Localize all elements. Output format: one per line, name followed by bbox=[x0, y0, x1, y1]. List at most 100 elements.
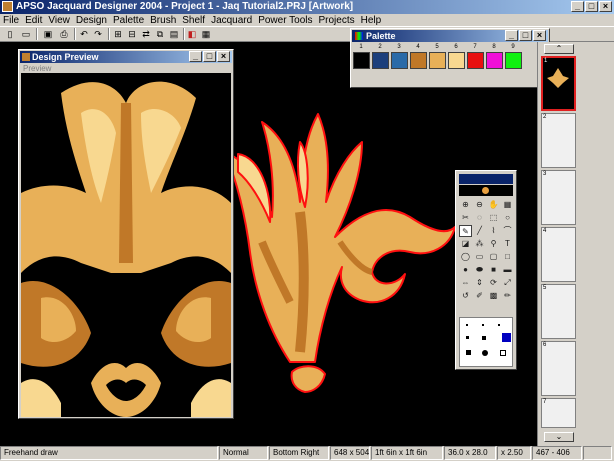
flip-vertical-icon[interactable]: ⇕ bbox=[473, 277, 486, 289]
color-swatch-9[interactable] bbox=[505, 52, 522, 69]
color-swatch-7[interactable] bbox=[467, 52, 484, 69]
scroll-up-button[interactable]: ⌃ bbox=[544, 44, 574, 54]
rectangle-icon[interactable]: ▭ bbox=[473, 251, 486, 263]
swatch-number: 9 bbox=[511, 44, 515, 50]
page-thumbnail[interactable]: 7 bbox=[541, 398, 576, 428]
page-number: 2 bbox=[543, 114, 547, 120]
status-size: 648 x 504 bbox=[330, 446, 370, 460]
preview-maximize-button[interactable]: □ bbox=[203, 51, 216, 62]
selected-brush-size[interactable] bbox=[502, 333, 511, 342]
brush-size-dot[interactable] bbox=[482, 324, 484, 326]
redo-icon[interactable]: ↷ bbox=[92, 28, 104, 40]
texture-icon[interactable]: ▩ bbox=[487, 290, 500, 302]
status-anchor: Bottom Right bbox=[269, 446, 329, 460]
eyedropper-icon[interactable]: ⚲ bbox=[487, 238, 500, 250]
filled-circle-icon[interactable]: ● bbox=[459, 264, 472, 276]
repeat-icon[interactable]: ⊟ bbox=[126, 28, 138, 40]
menu-file[interactable]: File bbox=[0, 15, 22, 26]
brush-size-dot[interactable] bbox=[466, 336, 469, 339]
palette-icon[interactable]: ◧ bbox=[186, 28, 198, 40]
palette-minimize-button[interactable]: _ bbox=[505, 30, 518, 41]
page-thumbnail-active[interactable]: 1 bbox=[541, 56, 576, 111]
freehand-draw-icon[interactable]: ✎ bbox=[459, 225, 472, 237]
rotate-icon[interactable]: ⟳ bbox=[487, 277, 500, 289]
palette-close-button[interactable]: × bbox=[533, 30, 546, 41]
spray-icon[interactable]: ⁂ bbox=[473, 238, 486, 250]
grid-icon[interactable]: ⊞ bbox=[112, 28, 124, 40]
menu-shelf[interactable]: Shelf bbox=[179, 15, 208, 26]
status-zoom: x 2.50 bbox=[497, 446, 531, 460]
preview-minimize-button[interactable]: _ bbox=[189, 51, 202, 62]
menu-palette[interactable]: Palette bbox=[110, 15, 147, 26]
page-thumbnail[interactable]: 3 bbox=[541, 170, 576, 225]
menu-view[interactable]: View bbox=[45, 15, 73, 26]
menu-power-tools[interactable]: Power Tools bbox=[255, 15, 315, 26]
line-icon[interactable]: ╱ bbox=[473, 225, 486, 237]
menu-jacquard[interactable]: Jacquard bbox=[208, 15, 255, 26]
flip-horizontal-icon[interactable]: ⇔ bbox=[459, 277, 472, 289]
color-swatch-3[interactable] bbox=[391, 52, 408, 69]
rounded-rectangle-icon[interactable]: ▢ bbox=[487, 251, 500, 263]
menu-design[interactable]: Design bbox=[73, 15, 110, 26]
brush-size-dot[interactable] bbox=[500, 350, 506, 356]
new-file-icon[interactable]: ▯ bbox=[4, 28, 16, 40]
brush-size-dot[interactable] bbox=[498, 324, 500, 326]
lasso-icon[interactable]: ◌ bbox=[473, 212, 486, 224]
weave-icon[interactable]: ▦ bbox=[200, 28, 212, 40]
ellipse-icon[interactable]: ◯ bbox=[459, 251, 472, 263]
close-button[interactable]: × bbox=[599, 1, 612, 12]
palette-maximize-button[interactable]: □ bbox=[519, 30, 532, 41]
select-rectangle-icon[interactable]: ⬚ bbox=[487, 212, 500, 224]
brush-size-dot[interactable] bbox=[466, 324, 468, 326]
page-thumbnail[interactable]: 4 bbox=[541, 227, 576, 282]
menu-projects[interactable]: Projects bbox=[316, 15, 358, 26]
outline-icon[interactable]: ↺ bbox=[459, 290, 472, 302]
scissors-icon[interactable]: ✂ bbox=[459, 212, 472, 224]
open-folder-icon[interactable]: ▭ bbox=[20, 28, 32, 40]
minimize-button[interactable]: _ bbox=[571, 1, 584, 12]
zoom-in-icon[interactable]: ⊕ bbox=[459, 199, 472, 211]
pencil-icon[interactable]: ✏ bbox=[501, 290, 514, 302]
hand-icon[interactable]: ✋ bbox=[487, 199, 500, 211]
color-swatch-2[interactable] bbox=[372, 52, 389, 69]
color-swatch-5[interactable] bbox=[429, 52, 446, 69]
polyline-icon[interactable]: ⌇ bbox=[487, 225, 500, 237]
brush-size-dot[interactable] bbox=[482, 336, 486, 340]
undo-icon[interactable]: ↶ bbox=[78, 28, 90, 40]
color-swatch-6[interactable] bbox=[448, 52, 465, 69]
transfer-icon[interactable]: ⇄ bbox=[140, 28, 152, 40]
page-thumbnail[interactable]: 2 bbox=[541, 113, 576, 168]
copy-icon[interactable]: ⧉ bbox=[154, 28, 166, 40]
brush-size-dot[interactable] bbox=[466, 350, 471, 355]
maximize-button[interactable]: □ bbox=[585, 1, 598, 12]
color-swatch-1[interactable] bbox=[353, 52, 370, 69]
paste-icon[interactable]: ▤ bbox=[168, 28, 180, 40]
drawing-toolbox: ⊕ ⊖ ✋ ▦ ✂ ◌ ⬚ ○ ✎ ╱ ⌇ ⌒ ◪ ⁂ ⚲ T ◯ ▭ ▢ □ … bbox=[455, 170, 517, 370]
filled-ellipse-icon[interactable]: ⬬ bbox=[473, 264, 486, 276]
page-thumbnail[interactable]: 6 bbox=[541, 341, 576, 396]
scroll-down-button[interactable]: ⌄ bbox=[544, 432, 574, 442]
brush-size-dot[interactable] bbox=[482, 350, 488, 356]
brush-icon[interactable]: ✐ bbox=[473, 290, 486, 302]
stretch-icon[interactable]: ⤢ bbox=[501, 277, 514, 289]
curve-icon[interactable]: ⌒ bbox=[501, 225, 514, 237]
menu-edit[interactable]: Edit bbox=[22, 15, 45, 26]
page-thumbnail[interactable]: 5 bbox=[541, 284, 576, 339]
text-icon[interactable]: T bbox=[501, 238, 514, 250]
select-ellipse-icon[interactable]: ○ bbox=[501, 212, 514, 224]
filled-rectangle-icon[interactable]: ■ bbox=[487, 264, 500, 276]
save-icon[interactable]: ▣ bbox=[42, 28, 54, 40]
fill-bucket-icon[interactable]: ◪ bbox=[459, 238, 472, 250]
preview-close-button[interactable]: × bbox=[217, 51, 230, 62]
square-icon[interactable]: □ bbox=[501, 251, 514, 263]
filled-rounded-rectangle-icon[interactable]: ▬ bbox=[501, 264, 514, 276]
menu-help[interactable]: Help bbox=[358, 15, 385, 26]
pattern-icon[interactable]: ▦ bbox=[501, 199, 514, 211]
zoom-out-icon[interactable]: ⊖ bbox=[473, 199, 486, 211]
color-swatch-4[interactable] bbox=[410, 52, 427, 69]
menu-brush[interactable]: Brush bbox=[147, 15, 179, 26]
color-swatch-8[interactable] bbox=[486, 52, 503, 69]
print-icon[interactable]: ⎙ bbox=[58, 28, 70, 40]
brush-size-picker[interactable] bbox=[459, 317, 513, 367]
preview-menu[interactable]: Preview bbox=[23, 64, 51, 73]
